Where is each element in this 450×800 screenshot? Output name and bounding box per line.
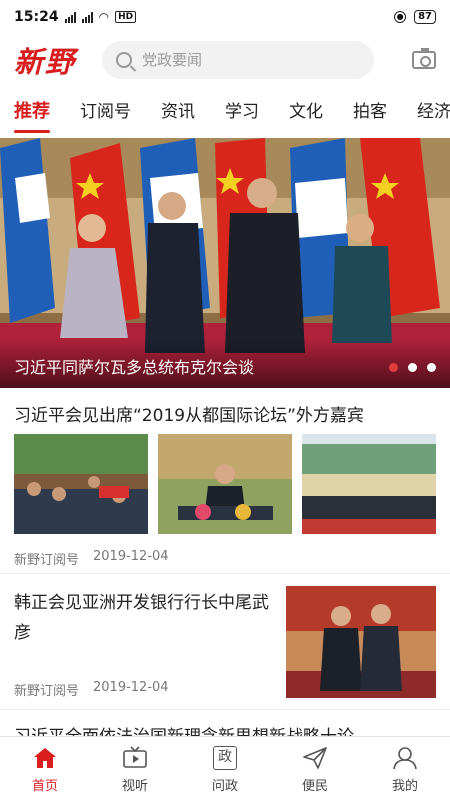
- search-icon: [116, 52, 132, 68]
- banner-carousel[interactable]: 习近平同萨尔瓦多总统布克尔会谈: [0, 138, 450, 388]
- nav-label: 视听: [121, 778, 148, 794]
- news-thumbnails: [14, 434, 436, 534]
- signal-icon: [64, 11, 76, 23]
- tab-study[interactable]: 学习: [225, 92, 259, 136]
- news-source: 新野订阅号: [14, 684, 80, 699]
- search-bar[interactable]: [102, 41, 374, 79]
- network-badge: HD: [115, 11, 137, 23]
- nav-label: 问政: [211, 778, 238, 794]
- bottom-navigation: 首页 视听 政 问政 便民 我的: [0, 736, 450, 800]
- wifi-icon: ◠: [98, 10, 110, 24]
- news-meta: 新野订阅号 2019-12-04: [14, 680, 169, 699]
- battery-indicator: 87: [414, 10, 436, 24]
- news-title[interactable]: 韩正会见亚洲开发银行行长中尾武彦: [14, 588, 269, 648]
- nav-home[interactable]: 首页: [0, 737, 90, 800]
- app-header: 新野: [0, 34, 450, 86]
- zheng-icon: 政: [211, 744, 239, 772]
- signal-icon-2: [81, 11, 93, 23]
- search-input[interactable]: [142, 51, 352, 69]
- nav-audiovisual[interactable]: 视听: [90, 737, 180, 800]
- tab-photographer[interactable]: 拍客: [353, 92, 387, 136]
- nav-label: 我的: [391, 778, 418, 794]
- tab-culture[interactable]: 文化: [289, 92, 323, 136]
- status-time: 15:24: [14, 9, 59, 25]
- zheng-glyph: 政: [213, 745, 237, 770]
- rotation-lock-icon: ●: [394, 11, 407, 23]
- user-icon: [391, 744, 419, 772]
- category-tabs: 推荐 订阅号 资讯 学习 文化 拍客 经济: [0, 92, 450, 136]
- carousel-dot-3[interactable]: [427, 363, 436, 372]
- news-thumbnail[interactable]: [286, 586, 436, 698]
- carousel-dot-2[interactable]: [408, 363, 417, 372]
- camera-icon[interactable]: [412, 48, 436, 69]
- home-icon: [31, 744, 59, 772]
- nav-inquiry[interactable]: 政 问政: [180, 737, 270, 800]
- carousel-indicator: [389, 363, 436, 372]
- tab-recommend[interactable]: 推荐: [14, 92, 50, 136]
- news-thumbnail[interactable]: [14, 434, 148, 534]
- app-logo: 新野: [14, 45, 77, 79]
- carousel-dot-1[interactable]: [389, 363, 398, 372]
- news-title[interactable]: 习近平会见出席“2019从都国际论坛”外方嘉宾: [14, 401, 439, 426]
- nav-label: 首页: [31, 778, 58, 794]
- news-thumbnail[interactable]: [302, 434, 436, 534]
- nav-convenience[interactable]: 便民: [270, 737, 360, 800]
- news-item[interactable]: 习近平会见出席“2019从都国际论坛”外方嘉宾 新野订阅号 2019-12-04: [0, 388, 450, 574]
- news-meta: 新野订阅号 2019-12-04: [14, 549, 169, 568]
- tab-news[interactable]: 资讯: [161, 92, 195, 136]
- send-icon: [301, 744, 329, 772]
- news-date: 2019-12-04: [93, 680, 169, 695]
- news-thumbnail[interactable]: [158, 434, 292, 534]
- status-bar: 15:24 ◠ HD ● 87: [0, 0, 450, 34]
- tab-economy[interactable]: 经济: [417, 92, 450, 136]
- nav-profile[interactable]: 我的: [360, 737, 450, 800]
- nav-label: 便民: [301, 778, 328, 794]
- news-source: 新野订阅号: [14, 553, 80, 568]
- tv-icon: [121, 744, 149, 772]
- tab-subscriptions[interactable]: 订阅号: [80, 92, 131, 136]
- banner-caption[interactable]: 习近平同萨尔瓦多总统布克尔会谈: [14, 354, 254, 378]
- news-date: 2019-12-04: [93, 549, 169, 564]
- news-item[interactable]: 韩正会见亚洲开发银行行长中尾武彦 新野订阅号 2019-12-04: [0, 574, 450, 710]
